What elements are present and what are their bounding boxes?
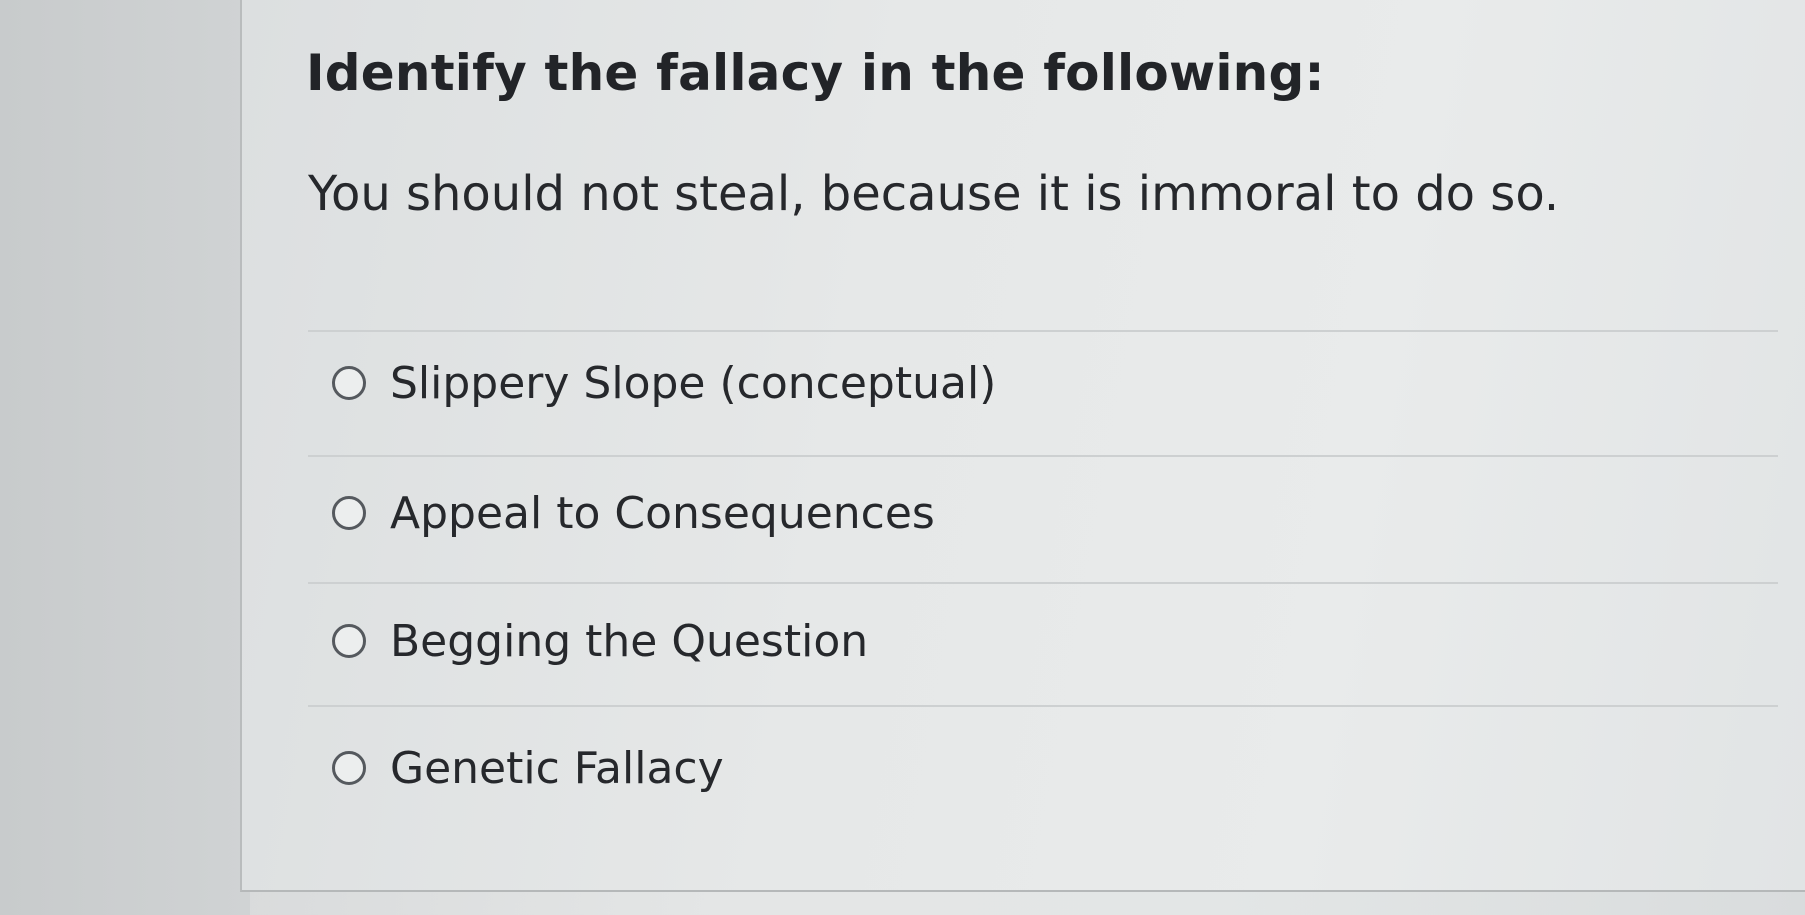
radio-button[interactable] <box>332 751 366 785</box>
answer-option-2[interactable]: Appeal to Consequences <box>332 478 935 548</box>
answer-option-label: Begging the Question <box>390 615 869 667</box>
question-text: You should not steal, because it is immo… <box>308 166 1560 222</box>
answer-option-1[interactable]: Slippery Slope (conceptual) <box>332 348 996 418</box>
answer-option-3[interactable]: Begging the Question <box>332 606 868 676</box>
radio-button[interactable] <box>332 624 366 658</box>
answer-option-label: Genetic Fallacy <box>390 742 724 794</box>
divider <box>308 705 1778 707</box>
answer-option-4[interactable]: Genetic Fallacy <box>332 733 724 803</box>
divider <box>308 582 1778 584</box>
radio-button[interactable] <box>332 366 366 400</box>
divider <box>308 330 1778 332</box>
divider <box>308 455 1778 457</box>
radio-button[interactable] <box>332 496 366 530</box>
background-margin <box>0 0 250 915</box>
answer-option-label: Slippery Slope (conceptual) <box>390 357 997 409</box>
question-panel: Identify the fallacy in the following: Y… <box>240 0 1805 892</box>
question-title: Identify the fallacy in the following: <box>306 44 1325 102</box>
answer-option-label: Appeal to Consequences <box>390 487 935 539</box>
